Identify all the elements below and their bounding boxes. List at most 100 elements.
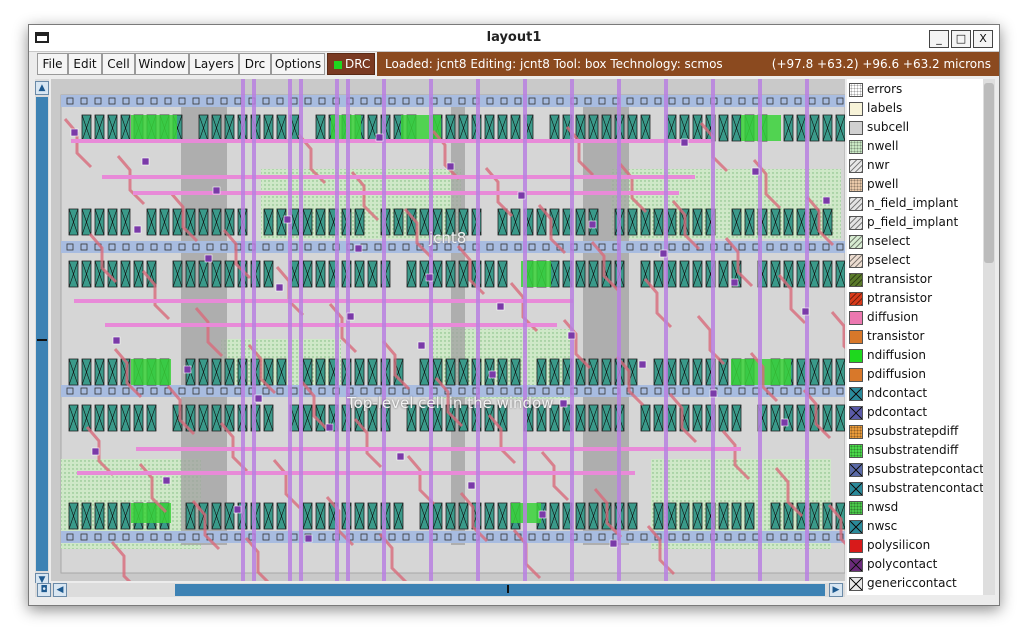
layer-label: ndcontact — [867, 386, 928, 400]
layer-item-subcell[interactable]: subcell — [847, 119, 983, 138]
metal2-vertical — [288, 79, 292, 581]
layer-label: nsubstratendiff — [867, 443, 959, 457]
layer-item-ndcontact[interactable]: ndcontact — [847, 385, 983, 404]
cursor-coordinates: (+97.8 +63.2) +96.6 +63.2 microns — [771, 57, 991, 71]
via-contact — [275, 283, 284, 292]
via-contact — [233, 505, 242, 514]
via-contact — [396, 452, 405, 461]
layer-item-genericcontact[interactable]: genericcontact — [847, 575, 983, 594]
hatch-swatch-icon — [849, 216, 863, 230]
horizontal-scroll-marker — [507, 585, 509, 593]
layer-label: subcell — [867, 120, 910, 134]
layer-item-p_field_implant[interactable]: p_field_implant — [847, 214, 983, 233]
menu-edit[interactable]: Edit — [68, 53, 102, 75]
layer-label: transistor — [867, 329, 925, 343]
layout-canvas[interactable]: jcnt8 Top-level cell in the window — [51, 79, 845, 581]
layer-item-nsubstratendiff[interactable]: nsubstratendiff — [847, 442, 983, 461]
layer-item-nwell[interactable]: nwell — [847, 138, 983, 157]
menu-options[interactable]: Options — [271, 53, 325, 75]
layer-item-transistor[interactable]: transistor — [847, 328, 983, 347]
horizontal-scroll-thumb[interactable] — [175, 584, 825, 596]
metal2-vertical — [805, 79, 809, 581]
scroll-left-arrow-icon[interactable]: ◀ — [53, 583, 67, 597]
layer-item-psubstratepdiff[interactable]: psubstratepdiff — [847, 423, 983, 442]
layer-label: ndiffusion — [867, 348, 926, 362]
scroll-up-arrow-icon[interactable]: ▲ — [35, 81, 49, 95]
cross-swatch-icon — [849, 406, 863, 420]
layer-label: nwr — [867, 158, 890, 172]
layer-item-errors[interactable]: errors — [847, 81, 983, 100]
via-contact — [659, 249, 668, 258]
layer-item-pselect[interactable]: pselect — [847, 252, 983, 271]
menu-drc[interactable]: Drc — [239, 53, 271, 75]
via-contact — [304, 534, 313, 543]
layer-item-ndiffusion[interactable]: ndiffusion — [847, 347, 983, 366]
metal2-vertical — [252, 79, 256, 581]
layer-item-nwr[interactable]: nwr — [847, 157, 983, 176]
close-button[interactable]: X — [973, 30, 993, 48]
vertical-scrollbar[interactable]: ▲ ▼ — [35, 79, 49, 595]
corner-button-icon[interactable]: ◘ — [37, 583, 51, 597]
metal2-vertical — [570, 79, 574, 581]
layer-item-pwell[interactable]: pwell — [847, 176, 983, 195]
menu-file[interactable]: File — [37, 53, 68, 75]
cross-swatch-icon — [849, 463, 863, 477]
layer-item-nwsc[interactable]: nwsc — [847, 518, 983, 537]
layer-item-labels[interactable]: labels — [847, 100, 983, 119]
cross-swatch-icon — [849, 520, 863, 534]
metal2-vertical — [382, 79, 386, 581]
layer-item-polycontact[interactable]: polycontact — [847, 556, 983, 575]
layer-label: psubstratepcontact — [867, 462, 983, 476]
palette-scroll-thumb[interactable] — [984, 83, 994, 263]
hatch-swatch-icon — [849, 197, 863, 211]
horizontal-scrollbar[interactable]: ◘ ◀ ▶ — [35, 583, 845, 597]
layer-label: pdcontact — [867, 405, 928, 419]
dotted-swatch-icon — [849, 501, 863, 515]
title-bar[interactable]: layout1 _ □ X — [29, 25, 999, 52]
drc-status-led-icon — [334, 60, 342, 69]
layer-item-pdiffusion[interactable]: pdiffusion — [847, 366, 983, 385]
cell-label: jcnt8 — [429, 229, 467, 247]
via-contact — [822, 196, 831, 205]
palette-scrollbar[interactable] — [983, 79, 995, 595]
menu-layers[interactable]: Layers — [189, 53, 239, 75]
plain-swatch-icon — [849, 368, 863, 382]
via-contact — [709, 389, 718, 398]
layer-item-metal1[interactable]: metal1 — [847, 594, 983, 595]
layer-item-nsubstratencontact[interactable]: nsubstratencontact — [847, 480, 983, 499]
layer-item-psubstratepcontact[interactable]: psubstratepcontact — [847, 461, 983, 480]
via-contact — [638, 360, 647, 369]
layer-item-ntransistor[interactable]: ntransistor — [847, 271, 983, 290]
layer-label: diffusion — [867, 310, 919, 324]
minimize-button[interactable]: _ — [929, 30, 949, 48]
metal2-wire — [71, 139, 711, 143]
via-contact — [204, 254, 213, 263]
layer-label: nwsc — [867, 519, 898, 533]
menu-window[interactable]: Window — [135, 53, 189, 75]
layer-item-ptransistor[interactable]: ptransistor — [847, 290, 983, 309]
layer-item-polysilicon[interactable]: polysilicon — [847, 537, 983, 556]
via-contact — [801, 307, 810, 316]
layout-drawing[interactable] — [51, 79, 845, 581]
layer-label: nselect — [867, 234, 911, 248]
subcell-column — [583, 95, 629, 545]
layer-label: n_field_implant — [867, 196, 959, 210]
layer-item-nwsd[interactable]: nwsd — [847, 499, 983, 518]
hatch-swatch-icon — [849, 235, 863, 249]
via-contact — [354, 244, 363, 253]
via-contact — [609, 539, 618, 548]
layer-label: ptransistor — [867, 291, 933, 305]
scroll-right-arrow-icon[interactable]: ▶ — [829, 583, 843, 597]
dotted-swatch-icon — [849, 425, 863, 439]
layer-item-n_field_implant[interactable]: n_field_implant — [847, 195, 983, 214]
menu-cell[interactable]: Cell — [102, 53, 135, 75]
layer-item-nselect[interactable]: nselect — [847, 233, 983, 252]
layer-item-diffusion[interactable]: diffusion — [847, 309, 983, 328]
via-contact — [162, 476, 171, 485]
layer-label: nsubstratencontact — [867, 481, 983, 495]
maximize-button[interactable]: □ — [951, 30, 971, 48]
vertical-scroll-thumb[interactable] — [36, 97, 48, 571]
drc-button[interactable]: DRC — [327, 53, 375, 75]
layer-item-pdcontact[interactable]: pdcontact — [847, 404, 983, 423]
via-contact — [567, 331, 576, 340]
